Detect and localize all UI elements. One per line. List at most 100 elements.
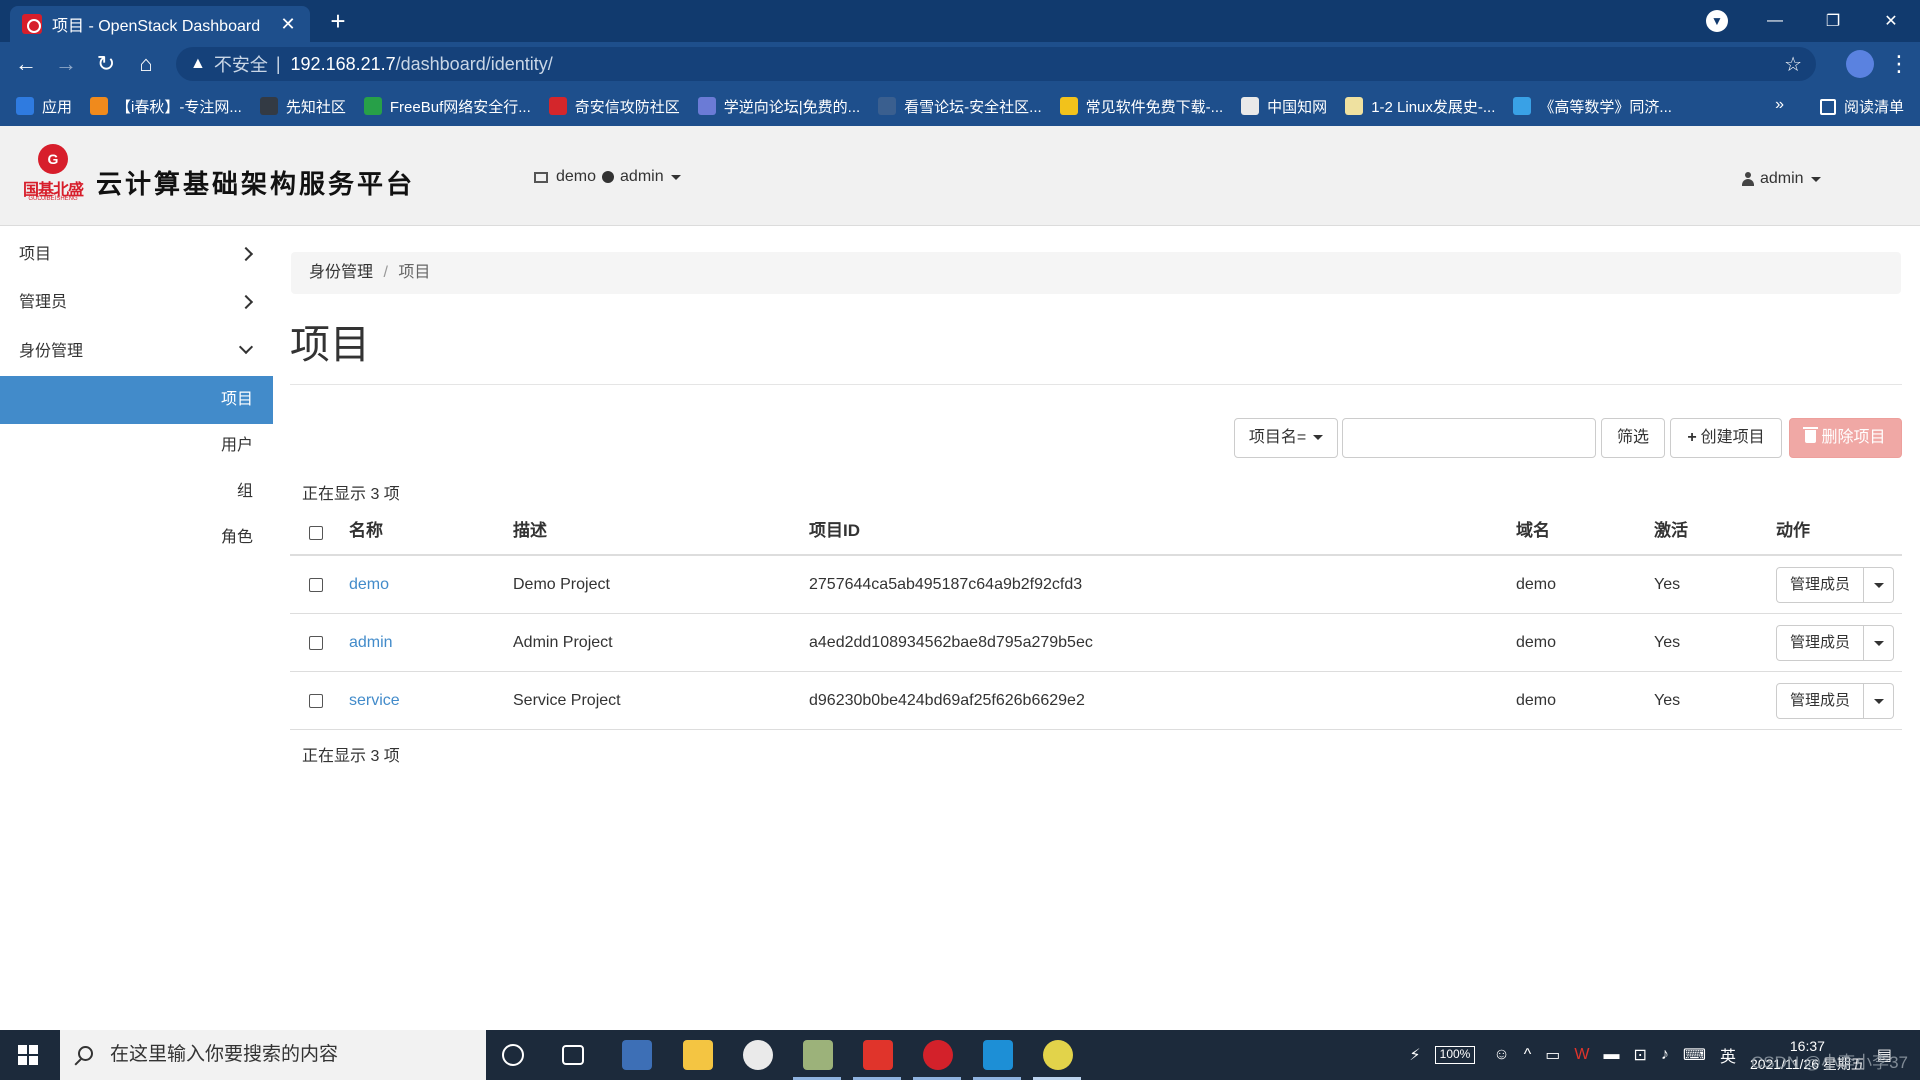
row-actions: 管理成员 [1776, 625, 1895, 661]
trash-icon [1803, 427, 1819, 443]
column-header-domain[interactable]: 域名 [1516, 508, 1550, 554]
chrome-icon[interactable] [1043, 1040, 1073, 1070]
network-icon[interactable]: ⊡ [1633, 1045, 1646, 1065]
create-project-button[interactable]: + 创建项目 [1670, 418, 1782, 458]
tray-expand-icon[interactable]: ^ [1524, 1046, 1532, 1064]
close-window-icon[interactable]: ✕ [1862, 11, 1920, 31]
wps-office-icon[interactable] [863, 1040, 893, 1070]
keyboard-icon[interactable]: ⌨ [1683, 1045, 1706, 1065]
url-input[interactable]: ▲ 不安全 | 192.168.21.7 /dashboard/identity… [176, 47, 1816, 81]
people-icon[interactable]: ☺ [1493, 1046, 1509, 1064]
bookmark-favicon-icon [1345, 97, 1364, 115]
row-checkbox[interactable] [309, 636, 323, 650]
column-header-description[interactable]: 描述 [513, 508, 547, 554]
manage-members-button[interactable]: 管理成员 [1776, 683, 1865, 719]
column-header-project-id[interactable]: 项目ID [809, 508, 860, 554]
profile-dropdown-icon[interactable]: ▼ [1706, 10, 1728, 32]
bookmark-item[interactable]: 1-2 Linux发展史-... [1345, 96, 1495, 117]
row-actions-dropdown-icon[interactable] [1864, 567, 1895, 603]
bookmark-item[interactable]: 奇安信攻防社区 [548, 96, 680, 117]
manage-members-button[interactable]: 管理成员 [1776, 567, 1865, 603]
project-name-link[interactable]: demo [349, 556, 389, 614]
reading-list-button[interactable]: 阅读清单 [1819, 96, 1904, 117]
back-arrow-icon[interactable]: ← [6, 51, 46, 77]
bookmark-item[interactable]: FreeBuf网络安全行... [363, 96, 531, 117]
extension-avatar-icon[interactable] [1846, 50, 1874, 78]
tab-close-icon[interactable]: ✕ [278, 14, 298, 35]
column-header-enabled[interactable]: 激活 [1654, 508, 1688, 554]
row-actions-dropdown-icon[interactable] [1864, 683, 1895, 719]
row-actions-dropdown-icon[interactable] [1864, 625, 1895, 661]
sidebar-subitem-groups[interactable]: 组 [0, 468, 273, 516]
project-name-link[interactable]: admin [349, 614, 393, 672]
warning-triangle-icon[interactable]: ▲ [190, 55, 206, 73]
terminal-app-icon[interactable] [803, 1040, 833, 1070]
bookmark-item[interactable]: 中国知网 [1241, 96, 1327, 117]
project-name-link[interactable]: service [349, 672, 400, 730]
sidebar-item-project[interactable]: 项目 [0, 231, 273, 279]
bookmark-item[interactable]: 先知社区 [259, 96, 346, 117]
chevron-down-icon [670, 174, 681, 180]
qq-icon[interactable] [743, 1040, 773, 1070]
row-checkbox[interactable] [309, 578, 323, 592]
browser-menu-icon[interactable]: ⋮ [1888, 51, 1910, 77]
bookmark-item[interactable]: 应用 [16, 96, 72, 117]
home-icon[interactable]: ⌂ [126, 51, 166, 77]
netease-music-icon[interactable] [923, 1040, 953, 1070]
volume-icon[interactable]: ♪ [1661, 1046, 1669, 1064]
column-header-name[interactable]: 名称 [349, 508, 383, 554]
sidebar-item-admin[interactable]: 管理员 [0, 279, 273, 327]
forward-arrow-icon[interactable]: → [46, 51, 86, 77]
row-checkbox[interactable] [309, 694, 323, 708]
filter-input[interactable] [1342, 418, 1596, 458]
url-separator: | [275, 53, 281, 74]
manage-members-button[interactable]: 管理成员 [1776, 625, 1865, 661]
bookmark-item[interactable]: 学逆向论坛|免费的... [697, 96, 860, 117]
delete-project-button[interactable]: 删除项目 [1789, 418, 1902, 458]
charging-icon: ⚡ [1409, 1047, 1421, 1064]
remote-desktop-icon[interactable] [983, 1040, 1013, 1070]
sidebar-subitem-users[interactable]: 用户 [0, 422, 273, 470]
wps-tray-icon[interactable]: W [1574, 1046, 1589, 1064]
vscode-icon[interactable] [622, 1040, 652, 1070]
sidebar-subitem-roles[interactable]: 角色 [0, 514, 273, 562]
bookmarks-overflow-icon[interactable]: » [1775, 96, 1784, 114]
minimize-icon[interactable]: — [1746, 12, 1804, 30]
new-tab-button[interactable]: + [322, 6, 354, 38]
windows-start-icon[interactable] [18, 1045, 38, 1065]
title-divider [290, 384, 1902, 385]
bookmark-item[interactable]: 常见软件免费下载-... [1059, 96, 1224, 117]
select-all-checkbox[interactable] [309, 526, 323, 540]
filter-field-dropdown[interactable]: 项目名= [1234, 418, 1338, 458]
restore-icon[interactable]: ❐ [1804, 11, 1862, 31]
bookmark-star-icon[interactable]: ☆ [1784, 52, 1802, 77]
sidebar-item-identity[interactable]: 身份管理 [0, 328, 273, 376]
breadcrumb-parent[interactable]: 身份管理 [309, 264, 373, 281]
brand-logo[interactable]: G 国基北盛 GUOJIBEISHENG [18, 144, 88, 208]
chevron-right-icon [238, 246, 254, 262]
user-menu[interactable]: admin [1742, 170, 1821, 188]
cortana-icon[interactable] [502, 1044, 524, 1066]
ime-indicator[interactable]: 英 [1720, 1043, 1736, 1067]
breadcrumb: 身份管理 / 项目 [291, 252, 1901, 294]
display-icon[interactable]: ▭ [1545, 1045, 1560, 1065]
taskbar-search-input[interactable]: 在这里输入你要搜索的内容 [60, 1030, 486, 1080]
url-path: /dashboard/identity/ [395, 53, 553, 74]
browser-tab-active[interactable]: 项目 - OpenStack Dashboard ✕ [10, 6, 310, 42]
sidebar-nav: 项目 管理员 身份管理 项目 用户 组 角色 [0, 226, 273, 1030]
bookmark-item[interactable]: 《高等数学》同济... [1513, 96, 1672, 117]
context-switcher[interactable]: demo admin [534, 168, 681, 186]
bookmark-item[interactable]: 看雪论坛-安全社区... [878, 96, 1042, 117]
file-explorer-icon[interactable] [683, 1040, 713, 1070]
sidebar-subitem-projects[interactable]: 项目 [0, 376, 273, 424]
bookmark-label: 常见软件免费下载-... [1085, 98, 1224, 116]
reload-icon[interactable]: ↻ [86, 51, 126, 77]
filter-button[interactable]: 筛选 [1601, 418, 1665, 458]
bookmark-item[interactable]: 【i春秋】-专注网... [90, 96, 242, 117]
table-row: demo Demo Project 2757644ca5ab495187c64a… [290, 556, 1902, 614]
project-description: Admin Project [513, 634, 613, 651]
battery-indicator[interactable]: 100% [1434, 1046, 1476, 1064]
task-view-icon[interactable] [562, 1045, 584, 1065]
breadcrumb-separator: / [383, 264, 388, 281]
power-icon[interactable]: ▬ [1603, 1046, 1619, 1064]
